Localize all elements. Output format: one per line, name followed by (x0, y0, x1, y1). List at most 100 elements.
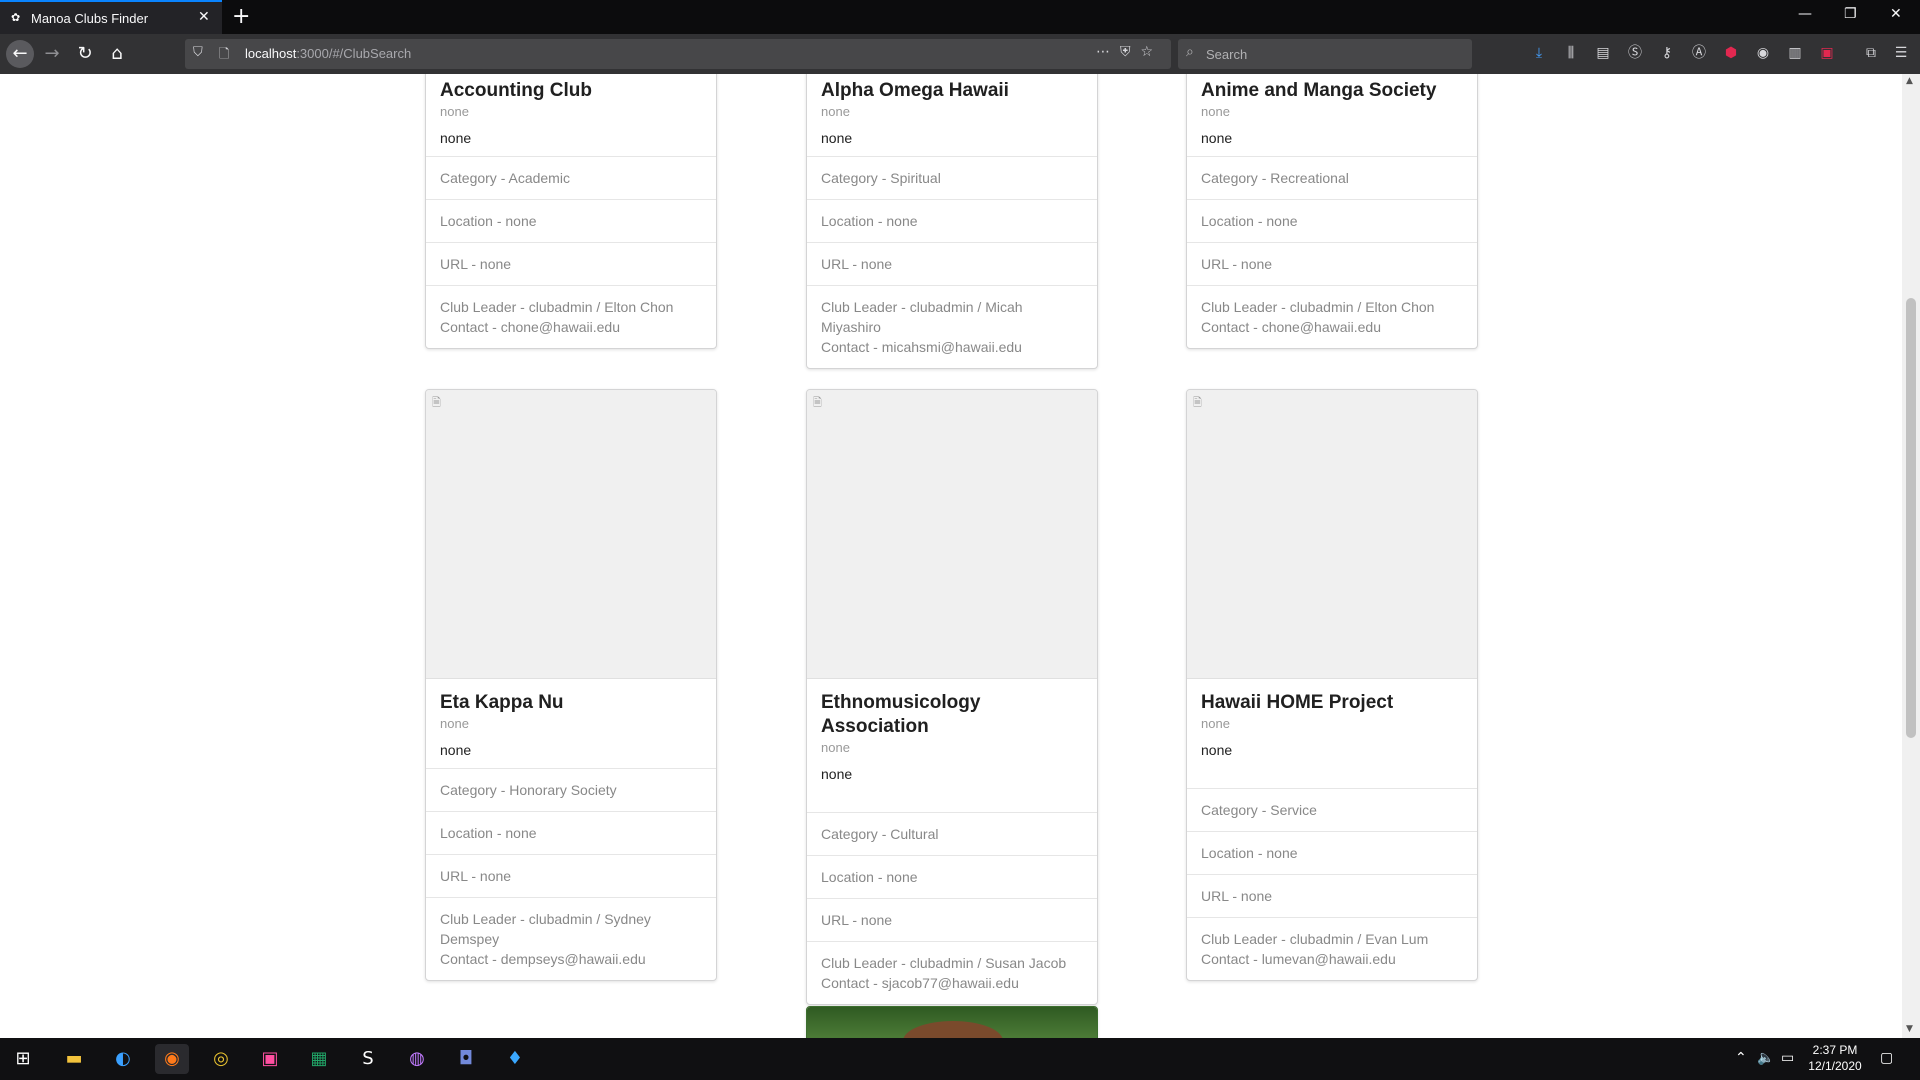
sidebar-icon[interactable]: ▤ (1593, 43, 1613, 63)
tray-chevron-icon[interactable]: ⌃ (1735, 1050, 1747, 1066)
extensions-icon[interactable]: ⧉ (1861, 43, 1881, 63)
search-input[interactable] (1206, 43, 1466, 65)
club-description: none (1201, 130, 1233, 146)
club-name: Anime and Manga Society (1201, 80, 1437, 101)
club-image: 🗎 (807, 390, 1097, 679)
extension-red-icon[interactable]: ▣ (1817, 43, 1837, 63)
scroll-down-icon[interactable]: ▼ (1906, 1024, 1913, 1034)
tracking-shield-icon[interactable]: ⛉ (193, 45, 203, 60)
club-location: Location - none (426, 199, 716, 242)
url-path: :3000/#/ClubSearch (296, 46, 412, 61)
chrome-icon[interactable]: ◎ (204, 1044, 238, 1074)
club-contact: Contact - chone@hawaii.edu (440, 319, 620, 335)
club-category: Category - Service (1187, 788, 1477, 831)
ublock-icon[interactable]: ⬢ (1721, 43, 1741, 63)
club-description: none (440, 130, 472, 146)
browser-tab[interactable]: ✿ Manoa Clubs Finder ✕ (0, 0, 222, 34)
club-location: Location - none (1187, 831, 1477, 874)
system-clock[interactable]: 2:37 PM 12/1/2020 (1800, 1042, 1870, 1074)
windows-start-icon[interactable]: ⊞ (6, 1044, 40, 1074)
pocket-icon[interactable]: ⛨ (1120, 44, 1141, 60)
download-icon[interactable]: ⤓ (1529, 43, 1549, 63)
volume-icon[interactable]: 🔈 (1757, 1050, 1774, 1066)
extension-translate-icon[interactable]: Ⓐ (1689, 43, 1709, 63)
club-card: 🗎 Ethnomusicology Association none none … (806, 389, 1098, 1005)
club-url: URL - none (426, 242, 716, 285)
club-leader-block: Club Leader - clubadmin / Sydney Demspey… (426, 897, 716, 980)
broken-image-icon: 🗎 (813, 396, 822, 409)
search-bar[interactable]: ⌕ (1178, 39, 1472, 69)
more-actions-icon[interactable]: ⋯ (1096, 44, 1120, 60)
library-icon[interactable]: ⫼ (1561, 43, 1581, 63)
dropper-app-icon[interactable]: ♦ (498, 1044, 532, 1074)
club-category: Category - Academic (426, 156, 716, 199)
club-category: Category - Spiritual (807, 156, 1097, 199)
intellij-icon[interactable]: ▣ (253, 1044, 287, 1074)
media-app-icon[interactable]: ◍ (400, 1044, 434, 1074)
club-leader-block: Club Leader - clubadmin / Micah Miyashir… (807, 285, 1097, 368)
club-leader-block: Club Leader - clubadmin / Evan Lum Conta… (1187, 917, 1477, 980)
club-card (806, 1006, 1098, 1038)
club-url: URL - none (807, 242, 1097, 285)
excel-icon[interactable]: ▦ (302, 1044, 336, 1074)
club-image: 🗎 (426, 390, 716, 679)
notifications-icon[interactable]: ▢ (1880, 1050, 1893, 1066)
restore-icon[interactable]: ❐ (1844, 6, 1857, 22)
account-icon[interactable]: ◉ (1753, 43, 1773, 63)
extension-key-icon[interactable]: ⚷ (1657, 43, 1677, 63)
club-leader: Club Leader - clubadmin / Micah Miyashir… (821, 299, 1023, 335)
club-name: Ethnomusicology Association (821, 692, 981, 737)
new-tab-button[interactable]: + (232, 4, 250, 29)
windows-taskbar: ⊞ ▬ ◐ ◉ ◎ ▣ ▦ S ◍ ◘ ♦ ⌃ 🔈 ▭ 2:37 PM 12/1… (0, 1038, 1920, 1080)
club-url: URL - none (807, 898, 1097, 941)
file-explorer-icon[interactable]: ▬ (57, 1044, 91, 1074)
club-image (807, 1007, 1097, 1038)
s-app-icon[interactable]: S (351, 1044, 385, 1074)
manoa-favicon-icon: ✿ (11, 11, 21, 24)
clock-time: 2:37 PM (1812, 1043, 1858, 1057)
url-text[interactable]: localhost:3000/#/ClubSearch (245, 46, 411, 61)
club-contact: Contact - lumevan@hawaii.edu (1201, 951, 1396, 967)
club-description: none (821, 130, 853, 146)
extension-bars-icon[interactable]: ▥ (1785, 43, 1805, 63)
scroll-up-icon[interactable]: ▲ (1906, 76, 1913, 86)
scrollbar-thumb[interactable] (1906, 298, 1916, 738)
forward-button[interactable]: → (40, 42, 64, 66)
window-close-icon[interactable]: ✕ (1890, 6, 1902, 22)
club-search-page: Accounting Club none none Category - Aca… (0, 74, 1902, 1038)
club-leader: Club Leader - clubadmin / Susan Jacob (821, 955, 1067, 971)
club-name: Hawaii HOME Project (1201, 692, 1394, 713)
menu-icon[interactable]: ☰ (1891, 43, 1911, 63)
page-info-icon[interactable]: 🗋 (219, 45, 229, 67)
club-url: URL - none (1187, 874, 1477, 917)
discord-icon[interactable]: ◘ (449, 1044, 483, 1074)
club-leader-block: Club Leader - clubadmin / Elton Chon Con… (1187, 285, 1477, 348)
football-shape (903, 1021, 1003, 1038)
club-card: Accounting Club none none Category - Aca… (425, 74, 717, 349)
back-button[interactable]: ← (6, 40, 34, 68)
extension-s-icon[interactable]: Ⓢ (1625, 43, 1645, 63)
club-name: Accounting Club (440, 80, 592, 101)
club-contact: Contact - dempseys@hawaii.edu (440, 951, 646, 967)
club-description: none (821, 766, 853, 782)
reload-button[interactable]: ↻ (73, 42, 97, 66)
address-bar[interactable]: ⛉ 🗋 localhost:3000/#/ClubSearch ⋯⛨☆ (185, 39, 1171, 69)
edge-icon[interactable]: ◐ (106, 1044, 140, 1074)
page-scrollbar[interactable]: ▲ ▼ (1902, 74, 1920, 1038)
club-leader: Club Leader - clubadmin / Evan Lum (1201, 931, 1429, 947)
club-type: none (1201, 716, 1230, 731)
club-name: Alpha Omega Hawaii (821, 80, 1009, 101)
page-actions[interactable]: ⋯⛨☆ (1096, 44, 1163, 60)
club-category: Category - Cultural (807, 812, 1097, 855)
search-icon: ⌕ (1186, 44, 1194, 60)
close-tab-icon[interactable]: ✕ (198, 9, 210, 25)
club-image: 🗎 (1187, 390, 1477, 679)
club-type: none (440, 104, 469, 119)
network-icon[interactable]: ▭ (1781, 1050, 1794, 1066)
tab-title: Manoa Clubs Finder (31, 11, 149, 26)
club-contact: Contact - micahsmi@hawaii.edu (821, 339, 1022, 355)
home-button[interactable]: ⌂ (105, 42, 129, 66)
bookmark-star-icon[interactable]: ☆ (1140, 44, 1163, 60)
minimize-icon[interactable]: — (1798, 6, 1812, 22)
firefox-icon[interactable]: ◉ (155, 1044, 189, 1074)
